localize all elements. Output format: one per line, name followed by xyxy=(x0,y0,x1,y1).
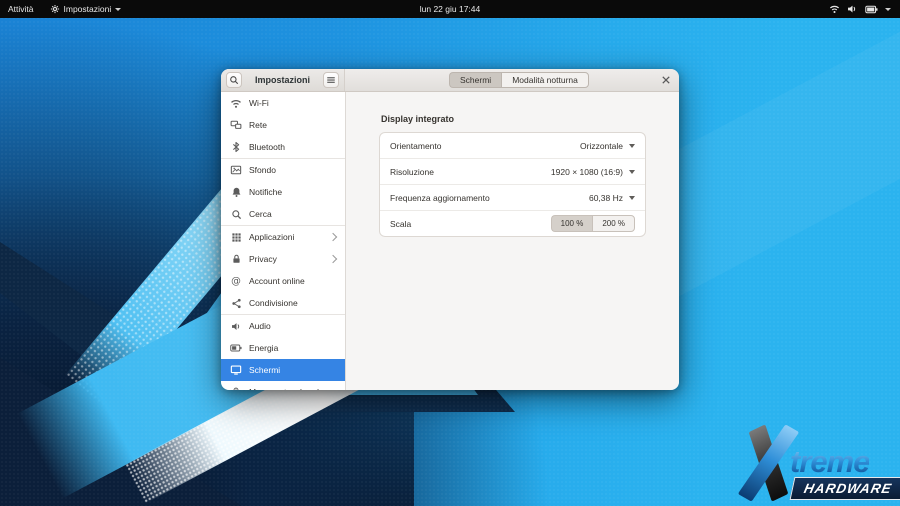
dropdown-value: 60,38 Hz xyxy=(589,193,623,203)
tab-modalita-notturna[interactable]: Modalità notturna xyxy=(501,72,589,88)
scale-segmented-control: 100 % 200 % xyxy=(551,215,635,232)
sidebar-item-label: Wi-Fi xyxy=(249,98,269,108)
wifi-icon xyxy=(230,97,242,109)
chevron-down-icon xyxy=(115,8,121,11)
settings-sidebar: Wi-Fi Rete Bluetooth Sfondo Notifiche xyxy=(221,92,346,390)
view-switcher: Schermi Modalità notturna xyxy=(449,72,589,88)
sidebar-item-account-online[interactable]: @ Account online xyxy=(221,270,345,292)
sidebar-item-audio[interactable]: Audio xyxy=(221,315,345,337)
sidebar-item-label: Mouse e touchpad xyxy=(249,387,319,390)
network-icon xyxy=(230,119,242,131)
battery-icon xyxy=(230,342,242,354)
sidebar-item-bluetooth[interactable]: Bluetooth xyxy=(221,136,345,158)
watermark-hardware-badge: HARDWARE xyxy=(790,477,900,500)
clock-label: lun 22 giu 17:44 xyxy=(420,4,481,14)
dropdown-value: 1920 × 1080 (16:9) xyxy=(551,167,623,177)
setting-row-resolution: Risoluzione 1920 × 1080 (16:9) xyxy=(380,158,645,184)
display-settings-panel: Display integrato Orientamento Orizzonta… xyxy=(346,92,679,390)
sidebar-item-mouse-touchpad[interactable]: Mouse e touchpad xyxy=(221,381,345,390)
sidebar-item-label: Cerca xyxy=(249,209,272,219)
sidebar-item-privacy[interactable]: Privacy xyxy=(221,248,345,270)
sidebar-item-label: Condivisione xyxy=(249,298,298,308)
chevron-down-icon xyxy=(629,170,635,174)
chevron-down-icon xyxy=(629,196,635,200)
sidebar-item-label: Applicazioni xyxy=(249,232,294,242)
watermark-hardware-text: HARDWARE xyxy=(803,481,894,496)
sidebar-item-label: Privacy xyxy=(249,254,277,264)
app-menu-label: Impostazioni xyxy=(64,4,112,14)
sidebar-item-cerca[interactable]: Cerca xyxy=(221,203,345,225)
titlebar[interactable]: Impostazioni Schermi Modalità notturna xyxy=(221,69,679,92)
sidebar-item-energia[interactable]: Energia xyxy=(221,337,345,359)
tab-schermi[interactable]: Schermi xyxy=(449,72,501,88)
sidebar-item-notifiche[interactable]: Notifiche xyxy=(221,181,345,203)
sidebar-item-schermi[interactable]: Schermi xyxy=(221,359,345,381)
system-status-area[interactable] xyxy=(829,0,900,18)
apps-grid-icon xyxy=(230,231,242,243)
scale-200-button[interactable]: 200 % xyxy=(592,215,635,232)
monitor-icon xyxy=(230,364,242,376)
chevron-right-icon xyxy=(329,255,337,263)
row-label: Risoluzione xyxy=(390,167,434,177)
bluetooth-icon xyxy=(230,141,242,153)
search-icon xyxy=(230,208,242,220)
window-body: Wi-Fi Rete Bluetooth Sfondo Notifiche xyxy=(221,92,679,390)
sidebar-item-label: Sfondo xyxy=(249,165,276,175)
gnome-top-bar: Attività Impostazioni lun 22 giu 17:44 xyxy=(0,0,900,18)
clock-button[interactable]: lun 22 giu 17:44 xyxy=(412,0,489,18)
settings-window: Impostazioni Schermi Modalità notturna W… xyxy=(221,69,679,390)
close-button[interactable] xyxy=(660,74,672,86)
setting-row-refresh-rate: Frequenza aggiornamento 60,38 Hz xyxy=(380,184,645,210)
gear-icon xyxy=(50,4,60,14)
bell-icon xyxy=(230,186,242,198)
titlebar-sidebar-section: Impostazioni xyxy=(221,69,345,91)
row-label: Scala xyxy=(390,219,411,229)
orientation-dropdown[interactable]: Orizzontale xyxy=(580,141,635,151)
lock-icon xyxy=(230,253,242,265)
sidebar-item-label: Account online xyxy=(249,276,305,286)
activities-button[interactable]: Attività xyxy=(0,0,42,18)
row-label: Orientamento xyxy=(390,141,442,151)
share-icon xyxy=(230,297,242,309)
display-settings-card: Orientamento Orizzontale Risoluzione 192… xyxy=(379,132,646,237)
sidebar-item-label: Audio xyxy=(249,321,271,331)
xtreme-hardware-watermark: treme HARDWARE xyxy=(732,424,900,504)
search-button[interactable] xyxy=(226,72,242,88)
activities-label: Attività xyxy=(8,4,34,14)
sidebar-item-label: Energia xyxy=(249,343,278,353)
speaker-icon xyxy=(230,320,242,332)
volume-icon xyxy=(847,4,858,14)
chevron-down-icon xyxy=(629,144,635,148)
chevron-down-icon xyxy=(885,8,891,11)
panel-heading: Display integrato xyxy=(381,114,646,124)
sidebar-item-label: Rete xyxy=(249,120,267,130)
mouse-icon xyxy=(230,386,242,390)
sidebar-item-applicazioni[interactable]: Applicazioni xyxy=(221,226,345,248)
at-icon: @ xyxy=(230,275,242,287)
sidebar-item-label: Bluetooth xyxy=(249,142,285,152)
sidebar-item-label: Notifiche xyxy=(249,187,282,197)
resolution-dropdown[interactable]: 1920 × 1080 (16:9) xyxy=(551,167,635,177)
sidebar-item-label: Schermi xyxy=(249,365,280,375)
sidebar-item-sfondo[interactable]: Sfondo xyxy=(221,159,345,181)
window-title: Impostazioni xyxy=(255,75,310,85)
dropdown-value: Orizzontale xyxy=(580,141,623,151)
row-label: Frequenza aggiornamento xyxy=(390,193,490,203)
watermark-treme-text: treme xyxy=(790,446,869,477)
menu-button[interactable] xyxy=(323,72,339,88)
battery-icon xyxy=(865,5,878,14)
sidebar-item-rete[interactable]: Rete xyxy=(221,114,345,136)
setting-row-orientation: Orientamento Orizzontale xyxy=(380,133,645,158)
sidebar-item-wifi[interactable]: Wi-Fi xyxy=(221,92,345,114)
app-menu-button[interactable]: Impostazioni xyxy=(42,0,130,18)
refresh-rate-dropdown[interactable]: 60,38 Hz xyxy=(589,193,635,203)
scale-100-button[interactable]: 100 % xyxy=(551,215,593,232)
svg-text:@: @ xyxy=(231,276,241,287)
image-icon xyxy=(230,164,242,176)
sidebar-item-condivisione[interactable]: Condivisione xyxy=(221,292,345,314)
wifi-icon xyxy=(829,4,840,14)
setting-row-scale: Scala 100 % 200 % xyxy=(380,210,645,236)
chevron-right-icon xyxy=(329,233,337,241)
